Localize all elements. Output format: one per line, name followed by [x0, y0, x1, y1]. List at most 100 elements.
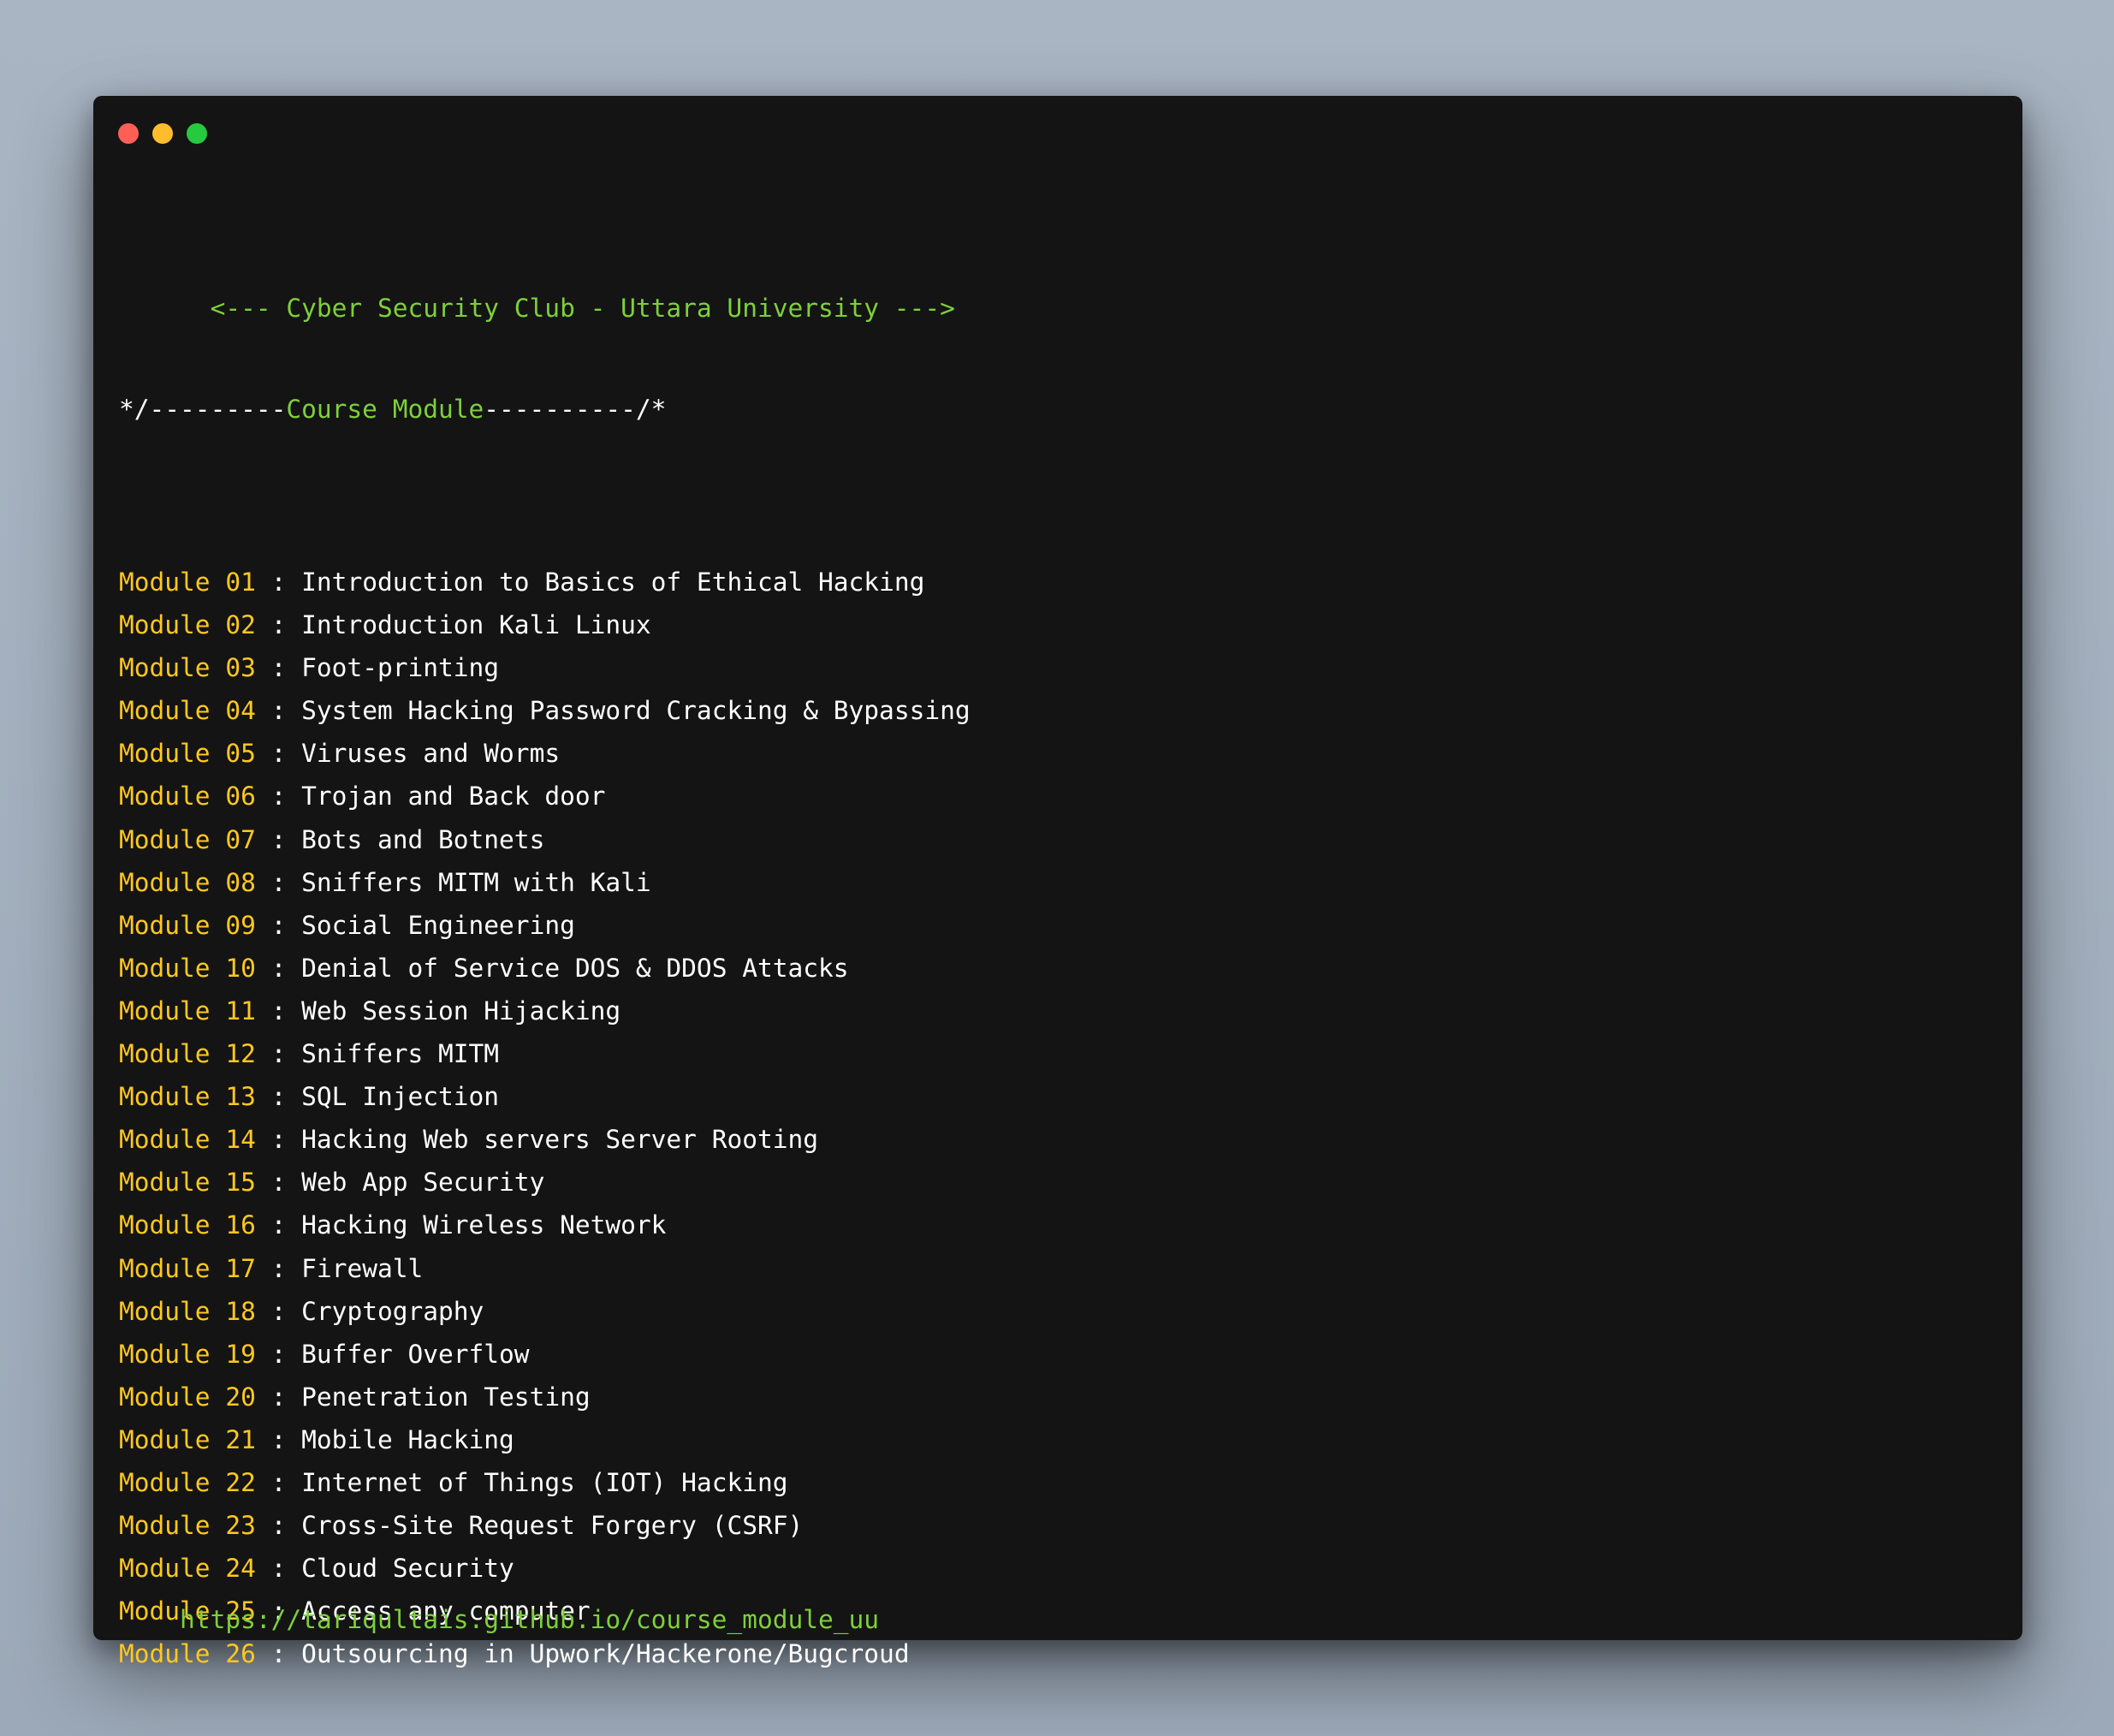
module-title: Web Session Hijacking: [301, 996, 621, 1026]
module-number: Module 03: [119, 653, 256, 683]
module-separator: :: [255, 610, 302, 640]
module-title: Internet of Things (IOT) Hacking: [301, 1467, 788, 1497]
module-number: Module 08: [119, 867, 256, 897]
list-item: Module 21 : Mobile Hacking: [119, 1418, 971, 1461]
module-number: Module 22: [119, 1467, 256, 1497]
list-item: Module 18 : Cryptography: [119, 1290, 971, 1333]
list-item: Module 15 : Web App Security: [119, 1161, 971, 1204]
module-separator: :: [255, 910, 302, 940]
module-separator: :: [255, 1039, 302, 1069]
module-title: Hacking Wireless Network: [301, 1210, 667, 1240]
list-item: Module 22 : Internet of Things (IOT) Hac…: [119, 1461, 971, 1504]
module-title: Viruses and Worms: [301, 739, 561, 769]
module-separator: :: [255, 953, 302, 983]
list-item: Module 14 : Hacking Web servers Server R…: [119, 1118, 971, 1161]
module-number: Module 01: [119, 568, 256, 597]
module-title: Cryptography: [301, 1296, 484, 1326]
module-separator: :: [255, 1424, 302, 1454]
list-item: Module 01 : Introduction to Basics of Et…: [119, 561, 971, 603]
code-content: <--- Cyber Security Club - Uttara Univer…: [119, 186, 971, 1733]
module-title: Sniffers MITM with Kali: [301, 867, 651, 897]
list-item: Module 19 : Buffer Overflow: [119, 1333, 971, 1376]
module-number: Module 20: [119, 1382, 256, 1412]
list-item: Module 08 : Sniffers MITM with Kali: [119, 861, 971, 904]
module-separator: :: [255, 1339, 302, 1369]
module-number: Module 07: [119, 824, 256, 854]
module-title: Firewall: [301, 1253, 424, 1283]
module-title: Trojan and Back door: [301, 782, 606, 812]
module-title: Web App Security: [301, 1168, 545, 1198]
module-number: Module 12: [119, 1039, 256, 1069]
module-separator: :: [255, 996, 302, 1026]
module-number: Module 19: [119, 1339, 256, 1369]
module-separator: :: [255, 1467, 302, 1497]
list-item: Module 04 : System Hacking Password Crac…: [119, 689, 971, 732]
module-separator: :: [255, 739, 302, 769]
footer-url[interactable]: https://tariqultais.github.io/course_mod…: [119, 1555, 879, 1684]
module-separator: :: [255, 1082, 302, 1112]
module-number: Module 16: [119, 1210, 256, 1240]
module-number: Module 13: [119, 1082, 256, 1112]
module-number: Module 04: [119, 696, 256, 726]
minimize-dot-icon[interactable]: [152, 123, 173, 144]
module-separator: :: [255, 867, 302, 897]
module-number: Module 23: [119, 1511, 256, 1541]
module-separator: :: [255, 1168, 302, 1198]
module-separator: :: [255, 1382, 302, 1412]
list-item: Module 20 : Penetration Testing: [119, 1376, 971, 1418]
module-title: Introduction Kali Linux: [301, 610, 651, 640]
module-separator: :: [255, 568, 302, 597]
list-item: Module 17 : Firewall: [119, 1247, 971, 1290]
list-item: Module 13 : SQL Injection: [119, 1075, 971, 1118]
module-number: Module 02: [119, 610, 256, 640]
module-title: Social Engineering: [301, 910, 575, 940]
module-title: Bots and Botnets: [301, 824, 545, 854]
module-title: Foot-printing: [301, 653, 500, 683]
club-header: <--- Cyber Security Club - Uttara Univer…: [119, 244, 971, 323]
list-item: Module 07 : Bots and Botnets: [119, 818, 971, 861]
list-item: Module 09 : Social Engineering: [119, 904, 971, 947]
code-window: <--- Cyber Security Club - Uttara Univer…: [93, 96, 2022, 1668]
module-number: Module 17: [119, 1253, 256, 1283]
section-title: Course Module: [286, 395, 484, 424]
close-dot-icon[interactable]: [118, 123, 139, 144]
window-controls: [118, 123, 207, 144]
module-number: Module 09: [119, 910, 256, 940]
module-title: Cross-Site Request Forgery (CSRF): [301, 1511, 804, 1541]
module-number: Module 11: [119, 996, 256, 1026]
module-title: Denial of Service DOS & DDOS Attacks: [301, 953, 849, 983]
module-list: Module 01 : Introduction to Basics of Et…: [119, 561, 971, 1675]
module-number: Module 18: [119, 1296, 256, 1326]
club-header-text: <--- Cyber Security Club - Uttara Univer…: [210, 294, 955, 323]
list-item: Module 16 : Hacking Wireless Network: [119, 1204, 971, 1246]
module-number: Module 15: [119, 1168, 256, 1198]
list-item: Module 02 : Introduction Kali Linux: [119, 603, 971, 646]
module-separator: :: [255, 782, 302, 812]
module-title: Hacking Web servers Server Rooting: [301, 1125, 819, 1155]
module-title: System Hacking Password Cracking & Bypas…: [301, 696, 971, 726]
module-number: Module 05: [119, 739, 256, 769]
module-separator: :: [255, 1253, 302, 1283]
module-separator: :: [255, 1210, 302, 1240]
module-title: Mobile Hacking: [301, 1424, 514, 1454]
module-number: Module 14: [119, 1125, 256, 1155]
module-separator: :: [255, 1511, 302, 1541]
module-number: Module 21: [119, 1424, 256, 1454]
section-prefix: */---------: [119, 395, 287, 424]
module-separator: :: [255, 696, 302, 726]
module-separator: :: [255, 824, 302, 854]
module-separator: :: [255, 1296, 302, 1326]
maximize-dot-icon[interactable]: [187, 123, 207, 144]
list-item: Module 10 : Denial of Service DOS & DDOS…: [119, 947, 971, 990]
module-title: Penetration Testing: [301, 1382, 591, 1412]
list-item: Module 03 : Foot-printing: [119, 646, 971, 689]
module-separator: :: [255, 653, 302, 683]
module-title: Sniffers MITM: [301, 1039, 500, 1069]
list-item: Module 12 : Sniffers MITM: [119, 1032, 971, 1075]
module-title: SQL Injection: [301, 1082, 500, 1112]
list-item: Module 05 : Viruses and Worms: [119, 732, 971, 775]
module-title: Buffer Overflow: [301, 1339, 530, 1369]
footer-url-text[interactable]: https://tariqultais.github.io/course_mod…: [180, 1605, 879, 1634]
module-separator: :: [255, 1125, 302, 1155]
module-title: Introduction to Basics of Ethical Hackin…: [301, 568, 925, 597]
